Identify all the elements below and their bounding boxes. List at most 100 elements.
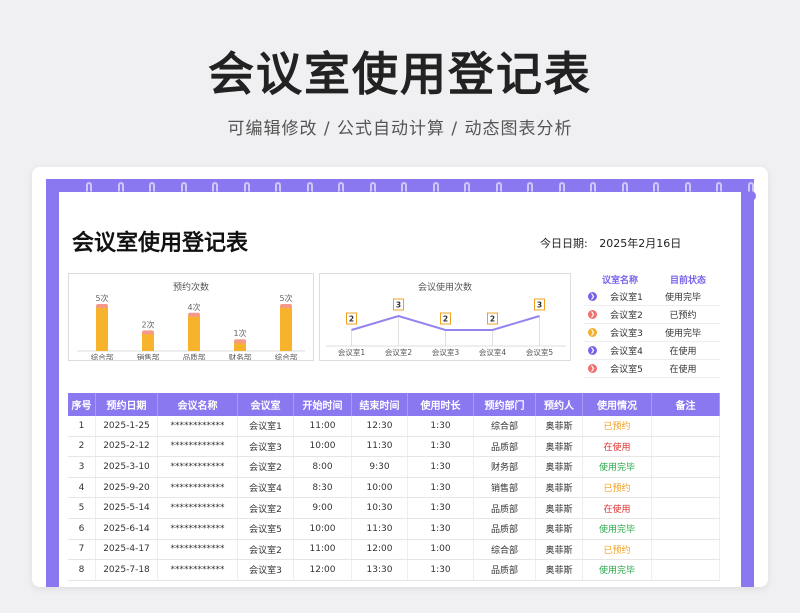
table-cell[interactable]: 8:30 [294,477,352,498]
table-cell[interactable]: 9:00 [294,498,352,518]
usage-status-cell[interactable]: 使用完毕 [583,518,652,539]
table-cell[interactable]: 会议室1 [238,416,294,436]
table-cell[interactable]: 2 [68,436,96,457]
table-cell[interactable]: 11:00 [294,539,352,560]
table-cell[interactable]: ************ [158,477,238,498]
usage-status-cell[interactable]: 使用完毕 [583,457,652,477]
table-cell[interactable]: 12:30 [352,416,408,436]
table-cell[interactable]: 奥菲斯 [536,477,583,498]
table-cell[interactable]: 会议室2 [238,498,294,518]
table-cell[interactable]: 奥菲斯 [536,498,583,518]
usage-status-cell[interactable]: 已预约 [583,477,652,498]
table-cell[interactable]: 会议室2 [238,457,294,477]
table-cell[interactable]: 会议室3 [238,560,294,580]
table-cell[interactable]: 奥菲斯 [536,560,583,580]
table-cell[interactable]: 会议室2 [238,539,294,560]
table-cell[interactable]: 1:30 [408,498,474,518]
table-cell[interactable]: 6 [68,518,96,539]
table-cell[interactable] [652,436,720,457]
table-cell[interactable]: ************ [158,457,238,477]
point-data-label: 2 [490,315,495,324]
table-cell[interactable]: 奥菲斯 [536,457,583,477]
column-header[interactable]: 使用时长 [408,393,474,416]
table-cell[interactable]: 奥菲斯 [536,416,583,436]
table-cell[interactable]: ************ [158,539,238,560]
table-cell[interactable]: 2025-2-12 [96,436,158,457]
table-cell[interactable]: 综合部 [474,539,536,560]
table-cell[interactable]: ************ [158,436,238,457]
table-cell[interactable]: 1:30 [408,457,474,477]
table-cell[interactable]: 销售部 [474,477,536,498]
table-cell[interactable] [652,416,720,436]
table-cell[interactable] [652,477,720,498]
table-cell[interactable]: ************ [158,518,238,539]
column-header[interactable]: 会议室 [238,393,294,416]
table-cell[interactable] [652,498,720,518]
table-cell[interactable]: 11:30 [352,518,408,539]
table-cell[interactable]: 会议室5 [238,518,294,539]
table-cell[interactable] [652,539,720,560]
table-cell[interactable]: 品质部 [474,560,536,580]
table-cell[interactable]: 2025-7-18 [96,560,158,580]
table-cell[interactable] [652,560,720,580]
table-cell[interactable]: 品质部 [474,498,536,518]
usage-status-cell[interactable]: 在使用 [583,436,652,457]
column-header[interactable]: 序号 [68,393,96,416]
table-cell[interactable]: 奥菲斯 [536,539,583,560]
table-cell[interactable]: 8:00 [294,457,352,477]
table-cell[interactable]: 10:00 [352,477,408,498]
table-cell[interactable]: 9:30 [352,457,408,477]
table-cell[interactable]: 11:00 [294,416,352,436]
column-header[interactable]: 预约部门 [474,393,536,416]
usage-status-cell[interactable]: 使用完毕 [583,560,652,580]
table-cell[interactable] [652,518,720,539]
table-cell[interactable]: 会议室4 [238,477,294,498]
table-cell[interactable]: 2025-9-20 [96,477,158,498]
table-cell[interactable]: 1:00 [408,539,474,560]
table-cell[interactable]: ************ [158,416,238,436]
column-header[interactable]: 会议名称 [158,393,238,416]
column-header[interactable]: 预约日期 [96,393,158,416]
table-cell[interactable]: 2025-4-17 [96,539,158,560]
table-cell[interactable]: 1 [68,416,96,436]
table-cell[interactable]: 综合部 [474,416,536,436]
table-cell[interactable]: 10:00 [294,436,352,457]
table-cell[interactable]: 12:00 [294,560,352,580]
column-header[interactable]: 备注 [652,393,720,416]
table-cell[interactable]: 3 [68,457,96,477]
table-cell[interactable]: 1:30 [408,416,474,436]
table-cell[interactable]: 11:30 [352,436,408,457]
table-cell[interactable]: ************ [158,560,238,580]
table-cell[interactable]: 奥菲斯 [536,436,583,457]
table-cell[interactable]: ************ [158,498,238,518]
table-cell[interactable]: 8 [68,560,96,580]
table-cell[interactable]: 2025-1-25 [96,416,158,436]
usage-status-cell[interactable]: 已预约 [583,539,652,560]
table-cell[interactable]: 10:00 [294,518,352,539]
table-cell[interactable]: 1:30 [408,436,474,457]
table-cell[interactable]: 4 [68,477,96,498]
table-cell[interactable]: 1:30 [408,560,474,580]
table-cell[interactable]: 品质部 [474,518,536,539]
table-cell[interactable]: 品质部 [474,436,536,457]
table-cell[interactable]: 会议室3 [238,436,294,457]
table-cell[interactable]: 财务部 [474,457,536,477]
table-cell[interactable]: 1:30 [408,518,474,539]
table-cell[interactable]: 10:30 [352,498,408,518]
table-cell[interactable]: 5 [68,498,96,518]
column-header[interactable]: 使用情况 [583,393,652,416]
table-cell[interactable] [652,457,720,477]
column-header[interactable]: 开始时间 [294,393,352,416]
table-cell[interactable]: 13:30 [352,560,408,580]
table-cell[interactable]: 2025-3-10 [96,457,158,477]
usage-status-cell[interactable]: 已预约 [583,416,652,436]
table-cell[interactable]: 1:30 [408,477,474,498]
column-header[interactable]: 结束时间 [352,393,408,416]
table-cell[interactable]: 2025-5-14 [96,498,158,518]
table-cell[interactable]: 12:00 [352,539,408,560]
table-cell[interactable]: 7 [68,539,96,560]
usage-status-cell[interactable]: 在使用 [583,498,652,518]
table-cell[interactable]: 2025-6-14 [96,518,158,539]
column-header[interactable]: 预约人 [536,393,583,416]
table-cell[interactable]: 奥菲斯 [536,518,583,539]
